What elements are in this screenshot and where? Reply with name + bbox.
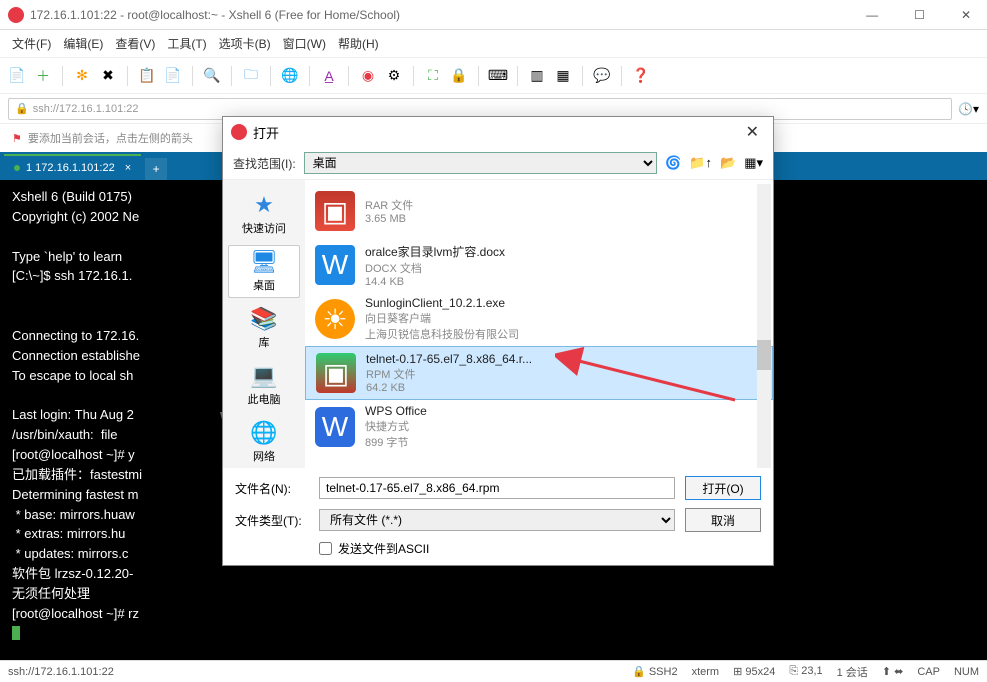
keyboard-icon[interactable]: ⌨ xyxy=(489,67,507,85)
file-item[interactable]: W WPS Office快捷方式899 字节 xyxy=(305,400,773,454)
scrollbar-track[interactable] xyxy=(757,184,771,468)
filetype-select[interactable]: 所有文件 (*.*) xyxy=(319,509,675,531)
nav-view-icon[interactable]: ▦▾ xyxy=(744,155,763,171)
open-file-dialog: 打开 ✕ 查找范围(I): 桌面 🌀 📁↑ 📂 ▦▾ ★快速访问🖥桌面📚库💻此电… xyxy=(222,116,774,566)
search-icon[interactable]: 🔍 xyxy=(203,67,221,85)
filename-input[interactable] xyxy=(319,477,675,499)
file-item[interactable]: ▣ telnet-0.17-65.el7_8.x86_64.r...RPM 文件… xyxy=(305,346,773,400)
lock-icon: 🔒 xyxy=(15,102,29,115)
nav-back-icon[interactable]: 🌀 xyxy=(665,155,681,171)
window-title: 172.16.1.101:22 - root@localhost:~ - Xsh… xyxy=(30,8,858,22)
scrollbar-thumb[interactable] xyxy=(757,340,771,370)
session-tab[interactable]: 1 172.16.1.101:22 × xyxy=(4,154,141,180)
disconnect-icon[interactable]: ✖ xyxy=(99,67,117,85)
tab-close-icon[interactable]: × xyxy=(125,162,131,174)
status-bar: ssh://172.16.1.101:22 🔒 SSH2 xterm ⊞ 95x… xyxy=(0,660,987,682)
globe-icon[interactable]: 🌐 xyxy=(281,67,299,85)
toolbar: 📄 ＋ ✻ ✖ 📋 📄 🔍 🗀 🌐 A̲ ◉ ⚙ ⛶ 🔒 ⌨ ▥ ▦ 💬 ❓ xyxy=(0,58,987,94)
lock-icon[interactable]: 🔒 xyxy=(450,67,468,85)
nav-up-icon[interactable]: 📁↑ xyxy=(689,155,712,171)
file-item[interactable]: ☀ SunloginClient_10.2.1.exe向日葵客户端上海贝锐信息科… xyxy=(305,292,773,346)
window-titlebar: 172.16.1.101:22 - root@localhost:~ - Xsh… xyxy=(0,0,987,30)
sidebar-item-桌面[interactable]: 🖥桌面 xyxy=(228,245,300,298)
menu-bar: 文件(F) 编辑(E) 查看(V) 工具(T) 选项卡(B) 窗口(W) 帮助(… xyxy=(0,30,987,58)
open-button[interactable]: 打开(O) xyxy=(685,476,761,500)
help-icon[interactable]: ❓ xyxy=(632,67,650,85)
filename-label: 文件名(N): xyxy=(235,480,309,497)
settings-icon[interactable]: ⚙ xyxy=(385,67,403,85)
close-button[interactable]: ✕ xyxy=(953,4,979,26)
dialog-icon xyxy=(231,124,247,140)
minimize-button[interactable]: — xyxy=(858,4,886,26)
font-icon[interactable]: A̲ xyxy=(320,67,338,85)
lookup-label: 查找范围(I): xyxy=(233,155,296,172)
sidebar-item-此电脑[interactable]: 💻此电脑 xyxy=(228,358,300,411)
nav-new-folder-icon[interactable]: 📂 xyxy=(720,155,736,171)
menu-view[interactable]: 查看(V) xyxy=(115,35,155,52)
reconnect-icon[interactable]: ✻ xyxy=(73,67,91,85)
dialog-titlebar: 打开 ✕ xyxy=(223,117,773,147)
history-dropdown-icon[interactable]: 🕓▾ xyxy=(958,102,979,116)
layout1-icon[interactable]: ▥ xyxy=(528,67,546,85)
file-item[interactable]: ▣ RAR 文件3.65 MB xyxy=(305,184,773,238)
new-session-icon[interactable]: 📄 xyxy=(8,67,26,85)
lookup-select[interactable]: 桌面 xyxy=(304,152,657,174)
folder-icon[interactable]: 🗀 xyxy=(242,67,260,85)
filetype-label: 文件类型(T): xyxy=(235,512,309,529)
ascii-label: 发送文件到ASCII xyxy=(338,540,429,557)
chat-icon[interactable]: 💬 xyxy=(593,67,611,85)
paste-icon[interactable]: 📄 xyxy=(164,67,182,85)
menu-tabs[interactable]: 选项卡(B) xyxy=(219,35,271,52)
status-dot xyxy=(14,165,20,171)
ascii-checkbox[interactable] xyxy=(319,542,332,555)
flag-icon: ⚑ xyxy=(12,132,22,145)
maximize-button[interactable]: ☐ xyxy=(906,4,933,26)
sidebar-item-网络[interactable]: 🌐网络 xyxy=(228,415,300,468)
tab-add-button[interactable]: + xyxy=(145,158,167,180)
record-icon[interactable]: ◉ xyxy=(359,67,377,85)
dialog-close-button[interactable]: ✕ xyxy=(740,122,765,142)
cancel-button[interactable]: 取消 xyxy=(685,508,761,532)
menu-edit[interactable]: 编辑(E) xyxy=(63,35,103,52)
menu-file[interactable]: 文件(F) xyxy=(12,35,51,52)
menu-tools[interactable]: 工具(T) xyxy=(167,35,206,52)
copy-icon[interactable]: 📋 xyxy=(138,67,156,85)
menu-window[interactable]: 窗口(W) xyxy=(283,35,326,52)
layout2-icon[interactable]: ▦ xyxy=(554,67,572,85)
sidebar-item-库[interactable]: 📚库 xyxy=(228,302,300,355)
menu-help[interactable]: 帮助(H) xyxy=(338,35,379,52)
fullscreen-icon[interactable]: ⛶ xyxy=(424,67,442,85)
sidebar-item-快速访问[interactable]: ★快速访问 xyxy=(228,188,300,241)
file-list[interactable]: ▣ RAR 文件3.65 MBW oralce家目录lvm扩容.docxDOCX… xyxy=(305,180,773,468)
add-icon[interactable]: ＋ xyxy=(34,67,52,85)
file-item[interactable]: W oralce家目录lvm扩容.docxDOCX 文档14.4 KB xyxy=(305,238,773,292)
app-icon xyxy=(8,7,24,23)
terminal-cursor xyxy=(12,626,20,640)
status-address: ssh://172.16.1.101:22 xyxy=(8,666,632,678)
dialog-title: 打开 xyxy=(253,123,740,142)
dialog-sidebar: ★快速访问🖥桌面📚库💻此电脑🌐网络 xyxy=(223,180,305,468)
